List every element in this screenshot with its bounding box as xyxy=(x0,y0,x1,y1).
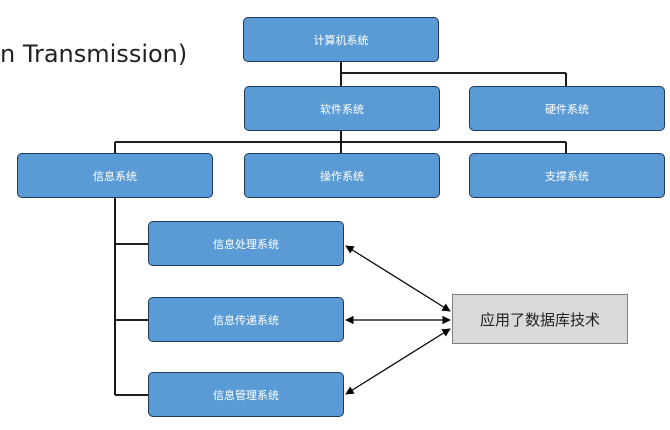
node-software-system: 软件系统 xyxy=(244,86,440,131)
node-info-processing-system: 信息处理系统 xyxy=(148,221,344,266)
connector-lines xyxy=(114,62,567,396)
node-support-system: 支撑系统 xyxy=(469,153,665,198)
node-info-management-system: 信息管理系统 xyxy=(148,372,344,417)
node-hardware-system: 硬件系统 xyxy=(469,86,665,131)
database-technology-note: 应用了数据库技术 xyxy=(452,294,628,344)
node-info-transfer-system: 信息传递系统 xyxy=(148,297,344,342)
node-computer-system: 计算机系统 xyxy=(243,17,439,62)
node-operation-system: 操作系统 xyxy=(244,153,440,198)
node-information-system: 信息系统 xyxy=(17,153,213,198)
